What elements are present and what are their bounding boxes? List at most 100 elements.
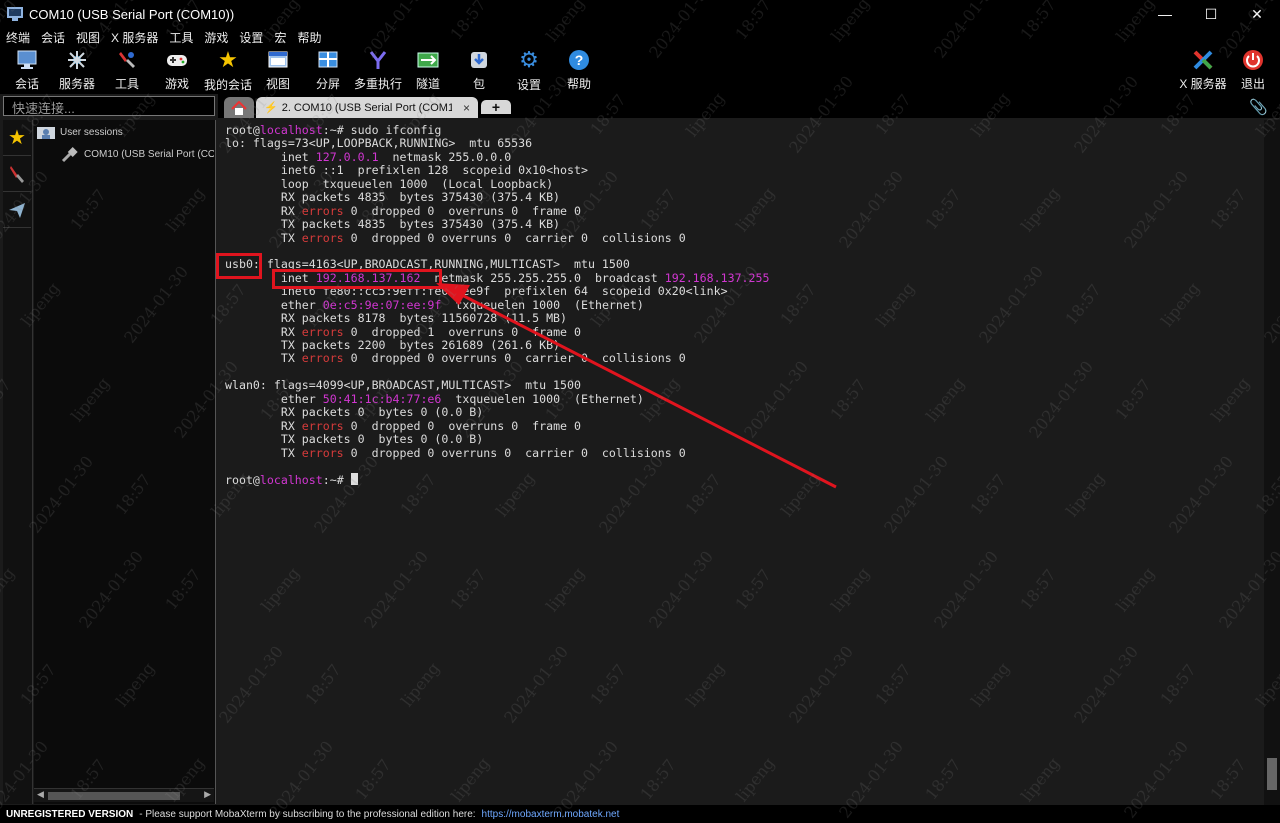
terminal-line: TX errors 0 dropped 0 overruns 0 carrier… bbox=[225, 231, 769, 245]
toolbar-multiexec-button[interactable]: 多重执行 bbox=[354, 48, 402, 92]
terminal-text-segment: wlan0: flags=4099<UP,BROADCAST,MULTICAST… bbox=[225, 378, 581, 393]
menu-bar: 终端 会话 视图 X 服务器 工具 游戏 设置 宏 帮助 bbox=[0, 28, 1280, 46]
x-server-icon bbox=[1191, 48, 1215, 71]
menu-settings[interactable]: 设置 bbox=[239, 29, 263, 46]
scrollbar-thumb[interactable] bbox=[1267, 758, 1277, 790]
menu-tools[interactable]: 工具 bbox=[169, 29, 193, 46]
toolbar-packages-button[interactable]: 包 bbox=[466, 48, 492, 92]
star-icon: ★ bbox=[8, 127, 26, 149]
terminal-text-segment: RX packets 0 bytes 0 (0.0 B) bbox=[225, 405, 484, 420]
quick-connect-input[interactable]: 快速连接... bbox=[3, 96, 215, 116]
terminal-line: inet6 ::1 prefixlen 128 scopeid 0x10<hos… bbox=[225, 164, 769, 177]
servers-icon bbox=[65, 48, 89, 71]
sessions-horizontal-scrollbar[interactable]: ◀ ▶ bbox=[34, 788, 214, 802]
terminal-text-segment: inet bbox=[225, 149, 316, 164]
minimize-button[interactable]: — bbox=[1142, 0, 1188, 28]
settings-icon: ⚙ bbox=[519, 47, 539, 72]
terminal-text-segment: ether bbox=[225, 391, 323, 406]
toolbar-session-button[interactable]: 会话 bbox=[14, 48, 40, 92]
tab-strip: ⚡ 2. COM10 (USB Serial Port (COM10)) × +… bbox=[218, 94, 1280, 118]
maximize-button[interactable]: ☐ bbox=[1188, 0, 1234, 28]
window-title: COM10 (USB Serial Port (COM10)) bbox=[29, 6, 235, 22]
terminal-text-segment: errors bbox=[301, 324, 344, 339]
terminal-line: root@localhost:~# sudo ifconfig bbox=[225, 123, 769, 137]
terminal-cursor bbox=[350, 473, 358, 486]
terminal-line: root@localhost:~# bbox=[225, 473, 769, 488]
toolbar-view-button[interactable]: 视图 bbox=[265, 48, 291, 92]
menu-macros[interactable]: 宏 bbox=[274, 29, 286, 46]
terminal-line: RX packets 4835 bytes 375430 (375.4 KB) bbox=[225, 190, 769, 204]
toolbar-help-button[interactable]: ? 帮助 bbox=[566, 48, 592, 92]
terminal-text-segment: errors bbox=[301, 203, 344, 218]
close-button[interactable]: ✕ bbox=[1234, 0, 1280, 28]
terminal-text-segment: 0 dropped 1 overruns 0 frame 0 bbox=[343, 324, 581, 339]
session-item-label: COM10 (USB Serial Port (COM10)) bbox=[84, 148, 214, 160]
terminal-text-segment: 0 dropped 0 overruns 0 carrier 0 collisi… bbox=[343, 445, 686, 460]
toolbar-x-server-button[interactable]: X 服务器 bbox=[1179, 48, 1227, 92]
terminal-output: root@localhost:~# sudo ifconfig lo: flags… bbox=[225, 123, 769, 488]
terminal-line: TX errors 0 dropped 0 overruns 0 carrier… bbox=[225, 352, 769, 365]
serial-plug-icon bbox=[61, 147, 78, 163]
menu-xserver[interactable]: X 服务器 bbox=[111, 29, 158, 46]
terminal-vertical-scrollbar[interactable] bbox=[1264, 120, 1280, 805]
terminal-text-segment: errors bbox=[301, 351, 344, 366]
terminal-text-segment: RX bbox=[225, 418, 302, 433]
menu-terminal[interactable]: 终端 bbox=[6, 29, 30, 46]
toolbar-tunnel-button[interactable]: 隧道 bbox=[415, 48, 441, 92]
session-item-com10[interactable]: COM10 (USB Serial Port (COM10)) bbox=[60, 145, 214, 163]
terminal-text-segment: :~# bbox=[322, 473, 351, 488]
terminal-text-segment: loop txqueuelen 1000 (Local Loopback) bbox=[225, 176, 554, 191]
mobaxterm-app-icon bbox=[7, 7, 23, 21]
terminal-text-segment: RX bbox=[225, 203, 302, 218]
toolbar-split-button[interactable]: 分屏 bbox=[315, 48, 341, 92]
home-tab[interactable] bbox=[224, 97, 254, 118]
session-tab-com10[interactable]: ⚡ 2. COM10 (USB Serial Port (COM10)) × bbox=[256, 97, 478, 118]
view-icon bbox=[266, 48, 290, 71]
tab-close-icon[interactable]: × bbox=[463, 101, 470, 115]
toolbar-servers-button[interactable]: 服务器 bbox=[59, 48, 95, 92]
terminal-text-segment: errors bbox=[301, 445, 344, 460]
toolbar-settings-button[interactable]: ⚙ 设置 bbox=[516, 47, 542, 92]
toolbar-my-sessions-button[interactable]: ★ 我的会话 bbox=[204, 47, 252, 92]
tools-icon bbox=[10, 165, 24, 183]
terminal-text-segment: RX bbox=[225, 324, 302, 339]
menu-view[interactable]: 视图 bbox=[76, 29, 100, 46]
terminal-view[interactable]: root@localhost:~# sudo ifconfig lo: flags… bbox=[218, 120, 1280, 805]
toolbar-exit-button[interactable]: 退出 bbox=[1240, 48, 1266, 92]
menu-help[interactable]: 帮助 bbox=[297, 29, 321, 46]
scrollbar-thumb[interactable] bbox=[48, 792, 180, 800]
terminal-line: RX errors 0 dropped 0 overruns 0 frame 0 bbox=[225, 203, 769, 218]
menu-games[interactable]: 游戏 bbox=[204, 29, 228, 46]
terminal-text-segment: txqueuelen 1000 (Ethernet) bbox=[441, 391, 644, 406]
user-sessions-folder[interactable]: User sessions bbox=[36, 125, 123, 140]
terminal-text-segment: TX bbox=[225, 445, 302, 460]
terminal-line: TX errors 0 dropped 0 overruns 0 carrier… bbox=[225, 445, 769, 460]
terminal-line: lo: flags=73<UP,LOOPBACK,RUNNING> mtu 65… bbox=[225, 137, 769, 150]
sidebar-tools-tab[interactable] bbox=[3, 156, 31, 192]
tools-icon bbox=[115, 48, 139, 71]
terminal-text-segment: 0 dropped 0 overruns 0 frame 0 bbox=[343, 418, 581, 433]
scroll-left-icon[interactable]: ◀ bbox=[37, 789, 44, 800]
user-sessions-label: User sessions bbox=[60, 127, 123, 138]
sidebar-macros-tab[interactable] bbox=[3, 192, 31, 228]
terminal-text-segment: TX packets 2200 bytes 261689 (261.6 KB) bbox=[225, 338, 561, 352]
terminal-text-segment: localhost bbox=[259, 473, 323, 488]
scroll-right-icon[interactable]: ▶ bbox=[204, 789, 211, 800]
sidebar-sessions-tab[interactable]: ★ bbox=[3, 120, 31, 156]
terminal-text-segment: netmask 255.255.255.0 broadcast bbox=[420, 270, 665, 285]
terminal-line: inet 127.0.0.1 netmask 255.0.0.0 bbox=[225, 149, 769, 164]
terminal-text-segment: netmask 255.0.0.0 bbox=[378, 149, 512, 164]
toolbar-tools-button[interactable]: 工具 bbox=[114, 48, 140, 92]
terminal-text-segment: txqueuelen 1000 (Ethernet) bbox=[441, 297, 644, 312]
status-message: - Please support MobaXterm by subscribin… bbox=[139, 808, 476, 820]
website-link[interactable]: https://mobaxterm.mobatek.net bbox=[482, 809, 620, 820]
terminal-text-segment: TX bbox=[225, 351, 302, 366]
user-folder-icon bbox=[37, 127, 55, 139]
toolbar-games-button[interactable]: 游戏 bbox=[164, 48, 190, 92]
menu-sessions[interactable]: 会话 bbox=[41, 29, 65, 46]
terminal-line: loop txqueuelen 1000 (Local Loopback) bbox=[225, 176, 769, 191]
new-tab-button[interactable]: + bbox=[481, 99, 511, 115]
terminal-text-segment: 127.0.0.1 bbox=[315, 149, 379, 164]
paperclip-icon[interactable]: 📎 bbox=[1249, 98, 1268, 116]
